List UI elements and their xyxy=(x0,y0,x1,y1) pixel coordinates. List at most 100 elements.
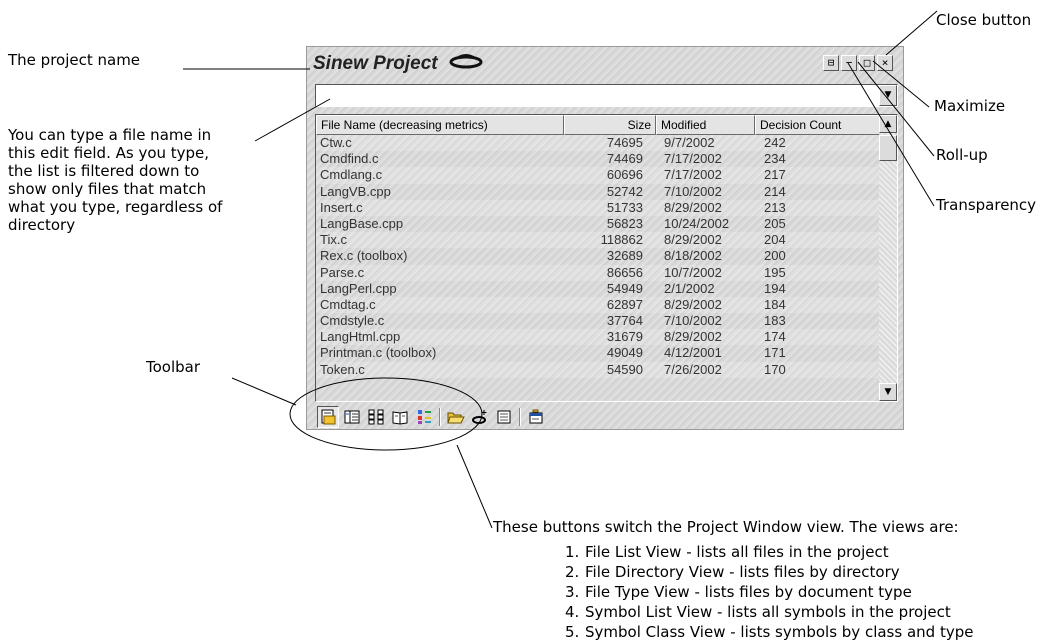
callout-edit-field-line: directory xyxy=(8,216,76,234)
table-row[interactable]: Printman.c (toolbox) 49049 4/12/2001 171 xyxy=(316,345,881,361)
window-title-text: Sinew Project xyxy=(313,53,438,75)
document-icon xyxy=(497,410,511,424)
size-cell: 74695 xyxy=(606,135,643,150)
view-text: File Type View - lists files by document… xyxy=(585,583,912,601)
callout-edit-field-line: show only files that match xyxy=(8,180,207,198)
table-row[interactable]: LangVB.cpp 52742 7/10/2002 214 xyxy=(316,184,881,200)
toolbar xyxy=(317,406,717,428)
rollup-button[interactable]: − xyxy=(841,55,857,71)
modified-cell: 8/29/2002 xyxy=(664,199,722,215)
size-cell: 52742 xyxy=(606,183,643,199)
modified-cell: 8/29/2002 xyxy=(664,329,722,345)
file-type-view-icon xyxy=(368,409,384,425)
column-header-modified[interactable]: Modified xyxy=(656,115,755,135)
document-button[interactable] xyxy=(493,406,515,428)
chevron-up-icon: ▲ xyxy=(884,119,892,129)
decision-count-cell: 195 xyxy=(764,264,786,280)
filter-input[interactable] xyxy=(318,86,878,104)
modified-cell: 7/10/2002 xyxy=(664,313,722,329)
size-cell: 62897 xyxy=(606,296,643,312)
table-row[interactable]: Parse.c 86656 10/7/2002 195 xyxy=(316,264,881,281)
file-directory-view-button[interactable] xyxy=(341,406,363,428)
view-number: 4. xyxy=(565,603,580,621)
table-row[interactable]: Cmdlang.c 60696 7/17/2002 217 xyxy=(316,167,881,184)
decision-count-cell: 171 xyxy=(764,345,786,361)
file-name-cell: Printman.c (toolbox) xyxy=(320,345,437,361)
view-text: File List View - lists all files in the … xyxy=(585,543,889,561)
modified-cell: 2/1/2002 xyxy=(664,280,715,296)
decision-count-cell: 200 xyxy=(764,248,786,264)
table-row[interactable]: LangHtml.cpp 31679 8/29/2002 174 xyxy=(316,329,881,346)
callout-edit-field-line: what you type, regardless of xyxy=(8,198,223,216)
open-folder-button[interactable] xyxy=(445,406,467,428)
view-list-item: 1. File List View - lists all files in th… xyxy=(565,542,973,562)
file-list-rows: Ctw.c 74695 9/7/2002 242 Cmdfind.c 74469 7/17/… xyxy=(316,135,881,378)
column-header-decision-count[interactable]: Decision Count xyxy=(755,115,881,135)
chevron-down-icon: ▼ xyxy=(884,387,892,397)
project-window: Sinew Project ⊟ − □ × ▼ File Name (decre… xyxy=(306,46,904,430)
decision-count-cell: 214 xyxy=(764,183,786,199)
add-to-project-icon xyxy=(472,410,487,424)
callout-edit-field: You can type a file name in this edit fi… xyxy=(8,126,222,234)
decision-count-cell: 184 xyxy=(764,296,786,312)
decision-count-cell: 242 xyxy=(764,135,786,150)
table-row[interactable]: LangBase.cpp 56823 10/24/2002 205 xyxy=(316,216,881,232)
file-name-cell: Ctw.c xyxy=(320,135,352,150)
symbol-class-view-button[interactable] xyxy=(413,406,435,428)
modified-cell: 8/18/2002 xyxy=(664,248,722,264)
size-cell: 60696 xyxy=(606,167,643,183)
file-name-cell: Token.c xyxy=(320,361,365,377)
modified-cell: 8/29/2002 xyxy=(664,296,722,312)
table-row[interactable]: Cmdstyle.c 37764 7/10/2002 183 xyxy=(316,313,881,329)
table-row[interactable]: LangPerl.cpp 54949 2/1/2002 194 xyxy=(316,281,881,297)
view-list-item: 5. Symbol Class View - lists symbols by c… xyxy=(565,622,973,642)
modified-cell: 10/7/2002 xyxy=(664,264,722,280)
callout-toolbar: Toolbar xyxy=(146,358,201,376)
filter-dropdown-button[interactable]: ▼ xyxy=(879,85,897,106)
column-header-size[interactable]: Size xyxy=(564,115,656,135)
transparency-button[interactable]: ⊟ xyxy=(823,55,839,71)
table-row[interactable]: Insert.c 51733 8/29/2002 213 xyxy=(316,199,881,216)
size-cell: 32689 xyxy=(606,248,643,264)
close-button[interactable]: × xyxy=(877,55,893,71)
file-list-header: File Name (decreasing metrics) Size Modi… xyxy=(316,115,881,135)
table-row[interactable]: Tix.c 118862 8/29/2002 204 xyxy=(316,232,881,249)
toolbar-separator xyxy=(519,408,521,426)
size-cell: 56823 xyxy=(606,215,643,231)
maximize-button[interactable]: □ xyxy=(859,55,875,71)
size-cell: 118862 xyxy=(600,232,643,248)
file-list-view-icon xyxy=(321,409,336,425)
scroll-up-button[interactable]: ▲ xyxy=(879,115,897,133)
modified-cell: 7/10/2002 xyxy=(664,183,722,199)
vertical-scrollbar[interactable]: ▲ ▼ xyxy=(879,115,897,401)
decision-count-cell: 194 xyxy=(764,280,786,296)
add-to-project-button[interactable] xyxy=(469,406,491,428)
filter-combo[interactable]: ▼ xyxy=(315,84,898,107)
decision-count-cell: 174 xyxy=(764,329,786,345)
project-icon xyxy=(449,53,483,75)
decision-count-cell: 183 xyxy=(764,313,786,329)
file-name-cell: LangPerl.cpp xyxy=(320,280,397,296)
properties-button[interactable] xyxy=(525,406,547,428)
leader-line-toolbar xyxy=(231,377,297,406)
file-type-view-button[interactable] xyxy=(365,406,387,428)
decision-count-cell: 205 xyxy=(764,215,786,231)
scroll-thumb[interactable] xyxy=(879,135,897,161)
file-name-cell: Cmdlang.c xyxy=(320,167,383,183)
file-list[interactable]: File Name (decreasing metrics) Size Modi… xyxy=(315,114,898,402)
column-header-file-name[interactable]: File Name (decreasing metrics) xyxy=(316,115,564,135)
table-row[interactable]: Rex.c (toolbox) 32689 8/18/2002 200 xyxy=(316,248,881,264)
table-row[interactable]: Token.c 54590 7/26/2002 170 xyxy=(316,361,881,378)
table-row[interactable]: Ctw.c 74695 9/7/2002 242 xyxy=(316,135,881,152)
leader-line-views xyxy=(456,444,493,529)
table-row[interactable]: Cmdtag.c 62897 8/29/2002 184 xyxy=(316,296,881,314)
size-cell: 51733 xyxy=(606,199,643,215)
modified-cell: 7/17/2002 xyxy=(664,151,722,167)
symbol-list-view-button[interactable] xyxy=(389,406,411,428)
size-cell: 37764 xyxy=(606,313,643,329)
file-list-view-button[interactable] xyxy=(317,406,339,428)
scroll-down-button[interactable]: ▼ xyxy=(879,383,897,401)
callout-edit-field-line: You can type a file name in xyxy=(8,126,212,144)
properties-icon xyxy=(529,409,543,424)
table-row[interactable]: Cmdfind.c 74469 7/17/2002 234 xyxy=(316,151,881,167)
